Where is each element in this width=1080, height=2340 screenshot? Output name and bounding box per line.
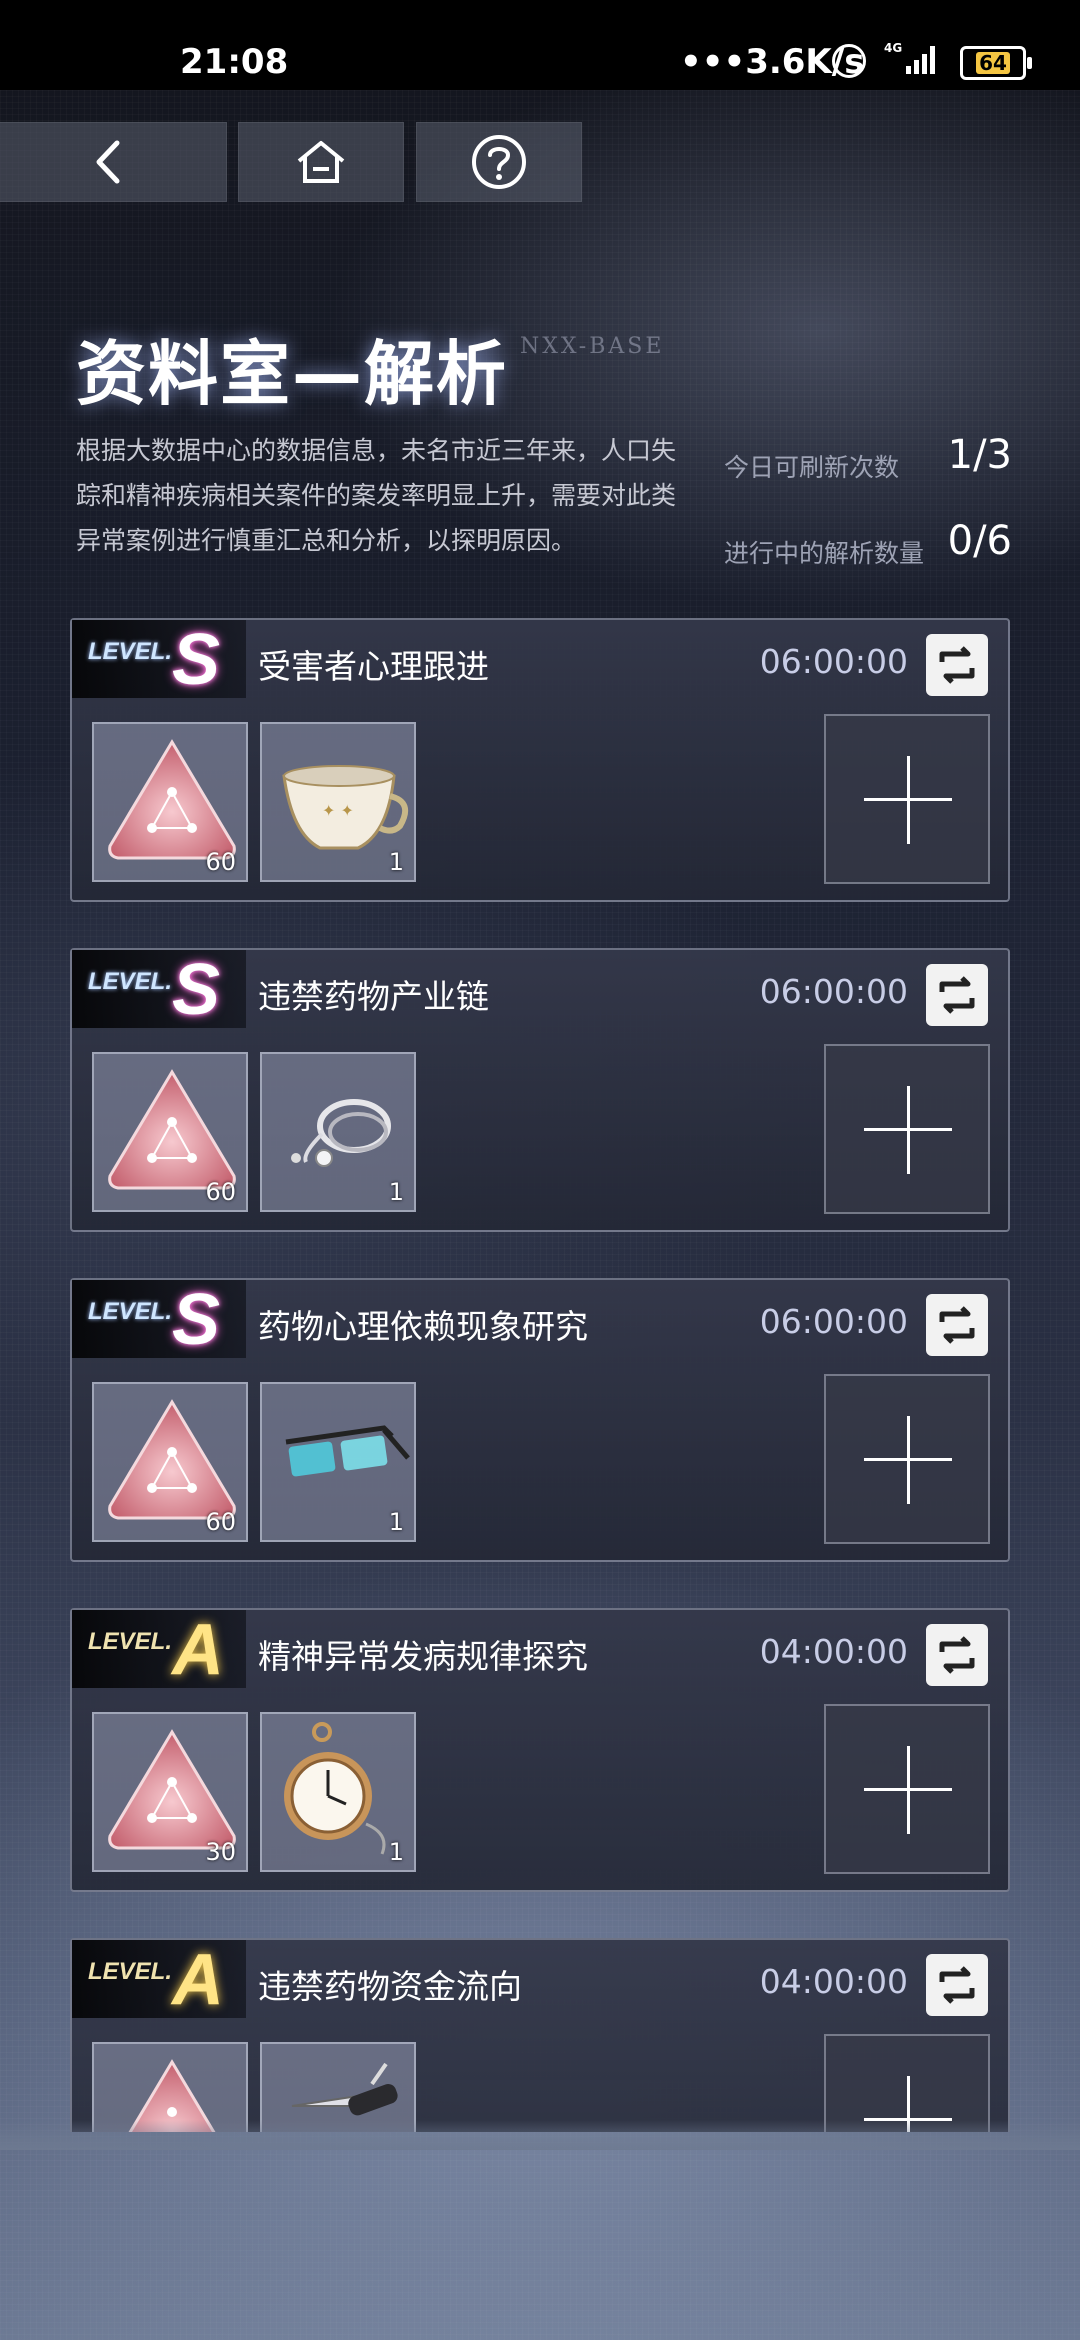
status-bar: 21:08 •••3.6K/s 4G 64 — [0, 0, 1080, 90]
card-title: 精神异常发病规律探究 — [258, 1637, 588, 1676]
card-timer: 06:00:00 — [759, 1302, 908, 1341]
level-grade: A — [172, 1610, 224, 1690]
alarm-icon — [832, 44, 866, 78]
material-slot-chip[interactable]: 60 — [92, 1382, 248, 1542]
battery-icon: 64 — [960, 46, 1032, 80]
level-prefix: LEVEL. — [88, 1958, 173, 1985]
analysis-card[interactable]: LEVEL. A 违禁药物资金流向 04:00:00 — [70, 1938, 1010, 2132]
card-timer: 04:00:00 — [759, 1632, 908, 1671]
material-slot-glasses[interactable]: 1 — [260, 1382, 416, 1542]
refresh-button[interactable] — [926, 1954, 988, 2016]
svg-text:✦ ✦: ✦ ✦ — [322, 801, 354, 820]
home-icon — [297, 141, 345, 183]
level-badge: LEVEL. S — [72, 950, 246, 1028]
refresh-count-value: 1/3 — [947, 432, 1012, 478]
refresh-icon — [939, 976, 975, 1014]
battery-level: 64 — [976, 52, 1010, 74]
back-button[interactable] — [0, 122, 227, 202]
level-prefix: LEVEL. — [88, 1298, 173, 1325]
level-badge: LEVEL. S — [72, 620, 246, 698]
analysis-card[interactable]: LEVEL. S 药物心理依赖现象研究 06:00:00 60 1 — [70, 1278, 1010, 1562]
refresh-icon — [939, 1966, 975, 2004]
refresh-button[interactable] — [926, 1294, 988, 1356]
card-title: 受害者心理跟进 — [258, 647, 489, 686]
add-slot-button[interactable] — [824, 1044, 990, 1214]
active-count-value: 0/6 — [947, 518, 1012, 564]
analysis-card[interactable]: LEVEL. S 受害者心理跟进 06:00:00 60 ✦ ✦ 1 — [70, 618, 1010, 902]
add-slot-button[interactable] — [824, 2034, 990, 2132]
material-slot-chip[interactable]: 60 — [92, 722, 248, 882]
level-badge: LEVEL. S — [72, 1280, 246, 1358]
level-grade: S — [172, 1280, 221, 1360]
item-count: 1 — [388, 1838, 404, 1866]
item-count: 30 — [205, 1838, 236, 1866]
card-timer: 06:00:00 — [759, 642, 908, 681]
refresh-count-label: 今日可刷新次数 — [724, 453, 900, 482]
refresh-icon — [939, 646, 975, 684]
item-count: 1 — [388, 1508, 404, 1536]
signal-label: 4G — [884, 41, 902, 55]
card-timer: 06:00:00 — [759, 972, 908, 1011]
pocket-knife-icon — [291, 2062, 398, 2116]
analysis-card[interactable]: LEVEL. S 违禁药物产业链 06:00:00 60 1 — [70, 948, 1010, 1232]
card-title: 违禁药物资金流向 — [258, 1967, 522, 2006]
level-badge: LEVEL. A — [72, 1940, 246, 2018]
material-slot-pocket-knife[interactable] — [260, 2042, 416, 2132]
help-button[interactable] — [416, 122, 582, 202]
active-count-label: 进行中的解析数量 — [724, 539, 925, 568]
list-fade — [0, 2120, 1080, 2150]
item-count: 1 — [388, 1178, 404, 1206]
item-count: 60 — [205, 848, 236, 876]
refresh-button[interactable] — [926, 1624, 988, 1686]
signal-icon: 4G — [884, 41, 935, 74]
analysis-list[interactable]: LEVEL. S 受害者心理跟进 06:00:00 60 ✦ ✦ 1 LEVEL… — [70, 618, 1010, 2132]
page-subtitle: NXX-BASE — [520, 334, 665, 359]
material-slot-chip[interactable]: 30 — [92, 1712, 248, 1872]
refresh-button[interactable] — [926, 964, 988, 1026]
triangle-chip-icon — [128, 2059, 216, 2132]
level-grade: A — [172, 1940, 224, 2020]
item-count: 60 — [205, 1178, 236, 1206]
level-grade: S — [172, 620, 221, 700]
home-button[interactable] — [238, 122, 404, 202]
level-badge: LEVEL. A — [72, 1610, 246, 1688]
refresh-icon — [939, 1306, 975, 1344]
refresh-icon — [939, 1636, 975, 1674]
refresh-button[interactable] — [926, 634, 988, 696]
material-slot-pocket-watch[interactable]: 1 — [260, 1712, 416, 1872]
card-title: 药物心理依赖现象研究 — [258, 1307, 588, 1346]
status-time: 21:08 — [180, 42, 289, 82]
question-mark-icon — [472, 135, 526, 189]
level-prefix: LEVEL. — [88, 968, 173, 995]
add-slot-button[interactable] — [824, 1374, 990, 1544]
level-prefix: LEVEL. — [88, 638, 173, 665]
add-slot-button[interactable] — [824, 1704, 990, 1874]
chevron-left-icon — [96, 140, 119, 184]
card-title: 违禁药物产业链 — [258, 977, 489, 1016]
page-title: 资料室—解析 — [76, 333, 508, 415]
add-slot-button[interactable] — [824, 714, 990, 884]
material-slot-teacup[interactable]: ✦ ✦ 1 — [260, 722, 416, 882]
material-slot-chip[interactable] — [92, 2042, 248, 2132]
analysis-card[interactable]: LEVEL. A 精神异常发病规律探究 04:00:00 30 1 — [70, 1608, 1010, 1892]
material-slot-chip[interactable]: 60 — [92, 1052, 248, 1212]
card-timer: 04:00:00 — [759, 1962, 908, 2001]
page-description: 根据大数据中心的数据信息，未名市近三年来，人口失踪和精神疾病相关案件的案发率明显… — [76, 436, 677, 555]
level-grade: S — [172, 950, 221, 1030]
material-slot-stethoscope[interactable]: 1 — [260, 1052, 416, 1212]
item-count: 60 — [205, 1508, 236, 1536]
item-count: 1 — [388, 848, 404, 876]
level-prefix: LEVEL. — [88, 1628, 173, 1655]
